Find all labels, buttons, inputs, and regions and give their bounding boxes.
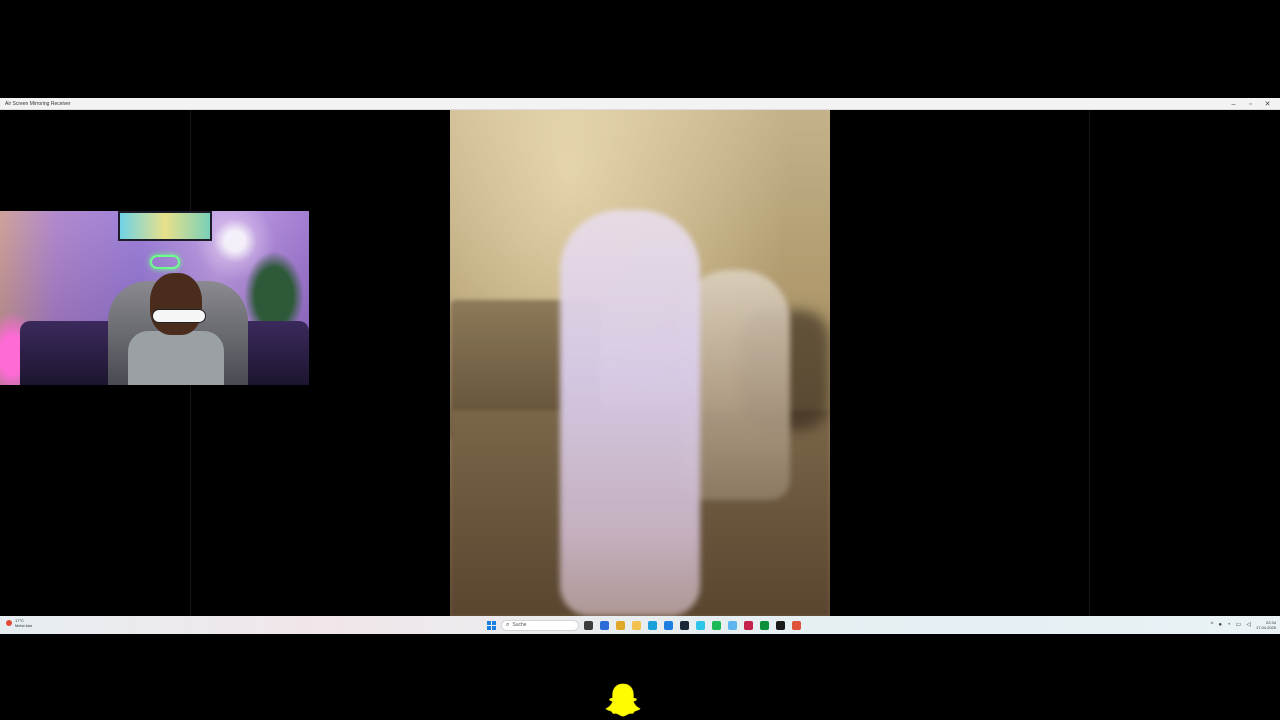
edge-icon[interactable]: [648, 620, 657, 630]
volume-icon[interactable]: ◁: [1246, 622, 1251, 628]
clock-date: 17.04.2025: [1255, 625, 1276, 630]
app-tray-icon[interactable]: ●: [1218, 622, 1222, 628]
taskbar-search[interactable]: ⌕ Suche: [501, 619, 579, 631]
window-title: Air Screen Mirroring Receiver: [5, 100, 71, 107]
mirroring-window: Air Screen Mirroring Receiver – ▫ ✕ 17°C…: [0, 98, 1280, 634]
phone-video: [450, 110, 830, 616]
taskbar-center: ⌕ Suche: [487, 618, 801, 632]
weather-icon: [6, 620, 12, 626]
close-button[interactable]: ✕: [1259, 98, 1276, 110]
webcam-feed: [0, 211, 309, 385]
taskbar-apps: [584, 620, 801, 630]
steam-icon[interactable]: [680, 620, 689, 630]
mirror-content: [0, 110, 1280, 616]
file-explorer-icon[interactable]: [584, 620, 593, 630]
app-cyan-icon[interactable]: [696, 620, 705, 630]
webcam-neon-sign: [150, 255, 180, 269]
app-lightblue-icon[interactable]: [728, 620, 737, 630]
maximize-button[interactable]: ▫: [1242, 98, 1259, 110]
chevron-up-icon[interactable]: ^: [1211, 622, 1214, 628]
clock[interactable]: 22:34 17.04.2025: [1256, 620, 1276, 630]
terminal-icon[interactable]: [776, 620, 785, 630]
webcam-person-body: [128, 331, 224, 385]
webcam-sunglasses: [152, 309, 206, 323]
windows-start-icon[interactable]: [487, 620, 496, 630]
weather-desc: Meist klar: [15, 623, 33, 628]
weather-widget[interactable]: 17°C Meist klar: [6, 618, 32, 628]
app-green-icon[interactable]: [760, 620, 769, 630]
search-icon: ⌕: [506, 622, 510, 628]
app-red-icon[interactable]: [792, 620, 801, 630]
folder-icon[interactable]: [632, 620, 641, 630]
divider-line: [1089, 110, 1090, 616]
taskbar: 17°C Meist klar ⌕ Suche ^ ● ◔ ▭ ◁ 22:34 …: [0, 616, 1280, 634]
window-titlebar[interactable]: Air Screen Mirroring Receiver – ▫ ✕: [0, 98, 1280, 110]
spotify-icon[interactable]: [712, 620, 721, 630]
screen: Air Screen Mirroring Receiver – ▫ ✕ 17°C…: [0, 0, 1280, 720]
monitor-icon[interactable]: ▭: [1236, 622, 1242, 628]
tiktok-icon[interactable]: [744, 620, 753, 630]
store-icon[interactable]: [600, 620, 609, 630]
search-placeholder: Suche: [512, 622, 527, 628]
app-blue-icon[interactable]: [664, 620, 673, 630]
snapchat-ghost-icon: [605, 683, 641, 717]
network-icon[interactable]: ◔: [1227, 622, 1231, 628]
webcam-person-head: [150, 273, 202, 335]
minimize-button[interactable]: –: [1225, 98, 1242, 110]
video-person-adult: [560, 210, 700, 616]
chrome-icon[interactable]: [616, 620, 625, 630]
window-controls: – ▫ ✕: [1225, 98, 1276, 110]
system-tray: ^ ● ◔ ▭ ◁ 22:34 17.04.2025: [1211, 618, 1276, 632]
webcam-tv: [118, 211, 212, 241]
